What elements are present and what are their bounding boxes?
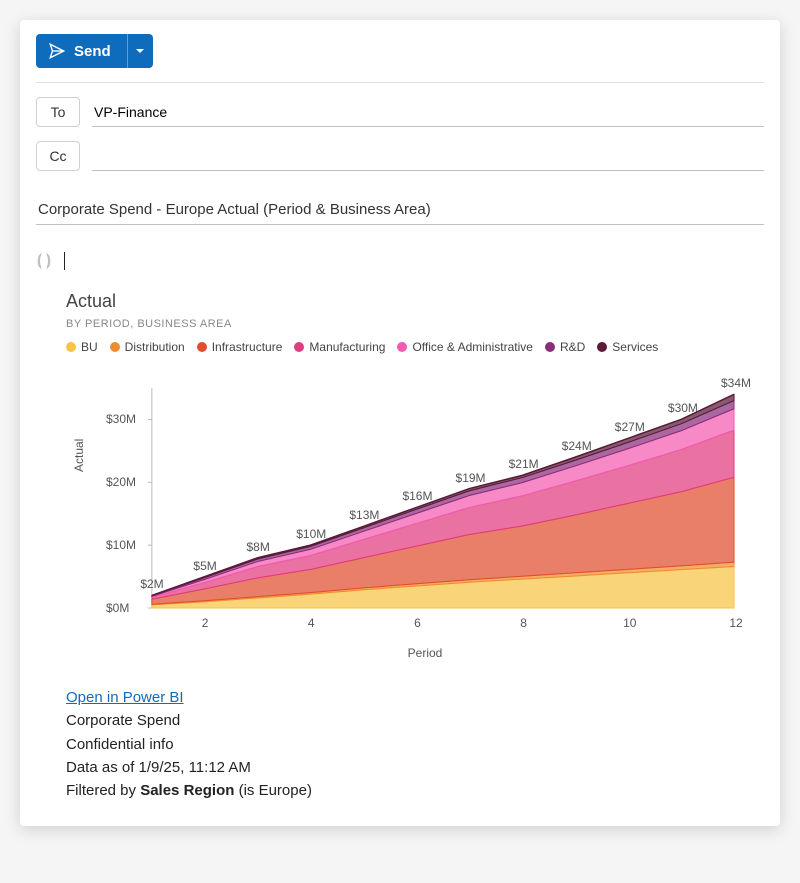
- x-tick-label: 8: [520, 616, 527, 630]
- cc-row: Cc: [36, 141, 764, 171]
- cc-label: Cc: [49, 148, 66, 164]
- y-tick-label: $10M: [106, 538, 136, 552]
- data-label: $34M: [721, 376, 751, 390]
- data-label: $10M: [296, 527, 326, 541]
- x-tick-label: 2: [202, 616, 209, 630]
- legend-label: Infrastructure: [212, 340, 283, 354]
- y-axis-label: Actual: [72, 439, 86, 472]
- legend-swatch: [66, 342, 76, 352]
- legend-item[interactable]: Services: [597, 340, 658, 354]
- legend-label: Office & Administrative: [412, 340, 533, 354]
- footer-filter: Filtered by Sales Region (is Europe): [66, 782, 312, 799]
- chart-legend: BU Distribution Infrastructure Manufacturin…: [66, 340, 746, 354]
- to-row: To: [36, 97, 764, 127]
- data-label: $21M: [509, 457, 539, 471]
- legend-swatch: [545, 342, 555, 352]
- legend-label: BU: [81, 340, 98, 354]
- legend-item[interactable]: Office & Administrative: [397, 340, 533, 354]
- data-label: $30M: [668, 401, 698, 415]
- data-label: $24M: [562, 439, 592, 453]
- compose-cursor-row: [34, 251, 764, 271]
- legend-swatch: [197, 342, 207, 352]
- to-picker-button[interactable]: To: [36, 97, 80, 127]
- send-button-label: Send: [74, 43, 111, 60]
- to-label: To: [51, 104, 66, 120]
- x-tick-label: 6: [414, 616, 421, 630]
- send-options-button[interactable]: [127, 34, 153, 68]
- legend-item[interactable]: Infrastructure: [197, 340, 283, 354]
- data-label: $13M: [349, 508, 379, 522]
- data-label: $5M: [193, 559, 216, 573]
- send-icon: [48, 42, 66, 60]
- legend-label: Distribution: [125, 340, 185, 354]
- data-label: $2M: [140, 577, 163, 591]
- y-tick-label: $20M: [106, 475, 136, 489]
- legend-label: Services: [612, 340, 658, 354]
- cc-input[interactable]: [92, 141, 764, 171]
- x-tick-label: 10: [623, 616, 636, 630]
- data-label: $8M: [247, 540, 270, 554]
- footer-sensitivity: Confidential info: [66, 736, 174, 753]
- legend-swatch: [397, 342, 407, 352]
- data-label: $27M: [615, 420, 645, 434]
- email-body[interactable]: Actual BY PERIOD, BUSINESS AREA BU Distri…: [36, 251, 764, 802]
- legend-item[interactable]: BU: [66, 340, 98, 354]
- legend-label: Manufacturing: [309, 340, 385, 354]
- x-axis-label: Period: [104, 646, 746, 660]
- y-tick-label: $0M: [106, 601, 129, 615]
- cc-picker-button[interactable]: Cc: [36, 141, 80, 171]
- legend-swatch: [294, 342, 304, 352]
- x-tick-label: 4: [308, 616, 315, 630]
- y-tick-label: $30M: [106, 412, 136, 426]
- subject-input[interactable]: [36, 195, 764, 225]
- chevron-down-icon: [135, 46, 145, 56]
- data-label: $16M: [402, 489, 432, 503]
- text-cursor: [64, 252, 65, 270]
- legend-item[interactable]: R&D: [545, 340, 585, 354]
- chart-plot: Actual $0M$10M$20M$30M24681012$2M$5M$8M$…: [104, 362, 742, 642]
- compose-card: Send To Cc Actual: [20, 20, 780, 826]
- footer-source: Corporate Spend: [66, 712, 180, 729]
- legend-item[interactable]: Distribution: [110, 340, 185, 354]
- send-bar: Send: [36, 34, 764, 83]
- chart-subtitle: BY PERIOD, BUSINESS AREA: [66, 318, 746, 330]
- x-tick-label: 12: [729, 616, 742, 630]
- legend-label: R&D: [560, 340, 585, 354]
- data-label: $19M: [456, 471, 486, 485]
- legend-swatch: [110, 342, 120, 352]
- copilot-icon: [34, 251, 54, 271]
- send-button[interactable]: Send: [36, 34, 127, 68]
- open-in-power-bi-link[interactable]: Open in Power BI: [66, 689, 184, 706]
- chart-card: Actual BY PERIOD, BUSINESS AREA BU Distri…: [66, 291, 746, 660]
- to-input[interactable]: [92, 97, 764, 127]
- chart-footer: Open in Power BI Corporate Spend Confide…: [66, 686, 764, 802]
- legend-swatch: [597, 342, 607, 352]
- legend-item[interactable]: Manufacturing: [294, 340, 385, 354]
- footer-data-as-of: Data as of 1/9/25, 11:12 AM: [66, 759, 251, 776]
- chart-title: Actual: [66, 291, 746, 312]
